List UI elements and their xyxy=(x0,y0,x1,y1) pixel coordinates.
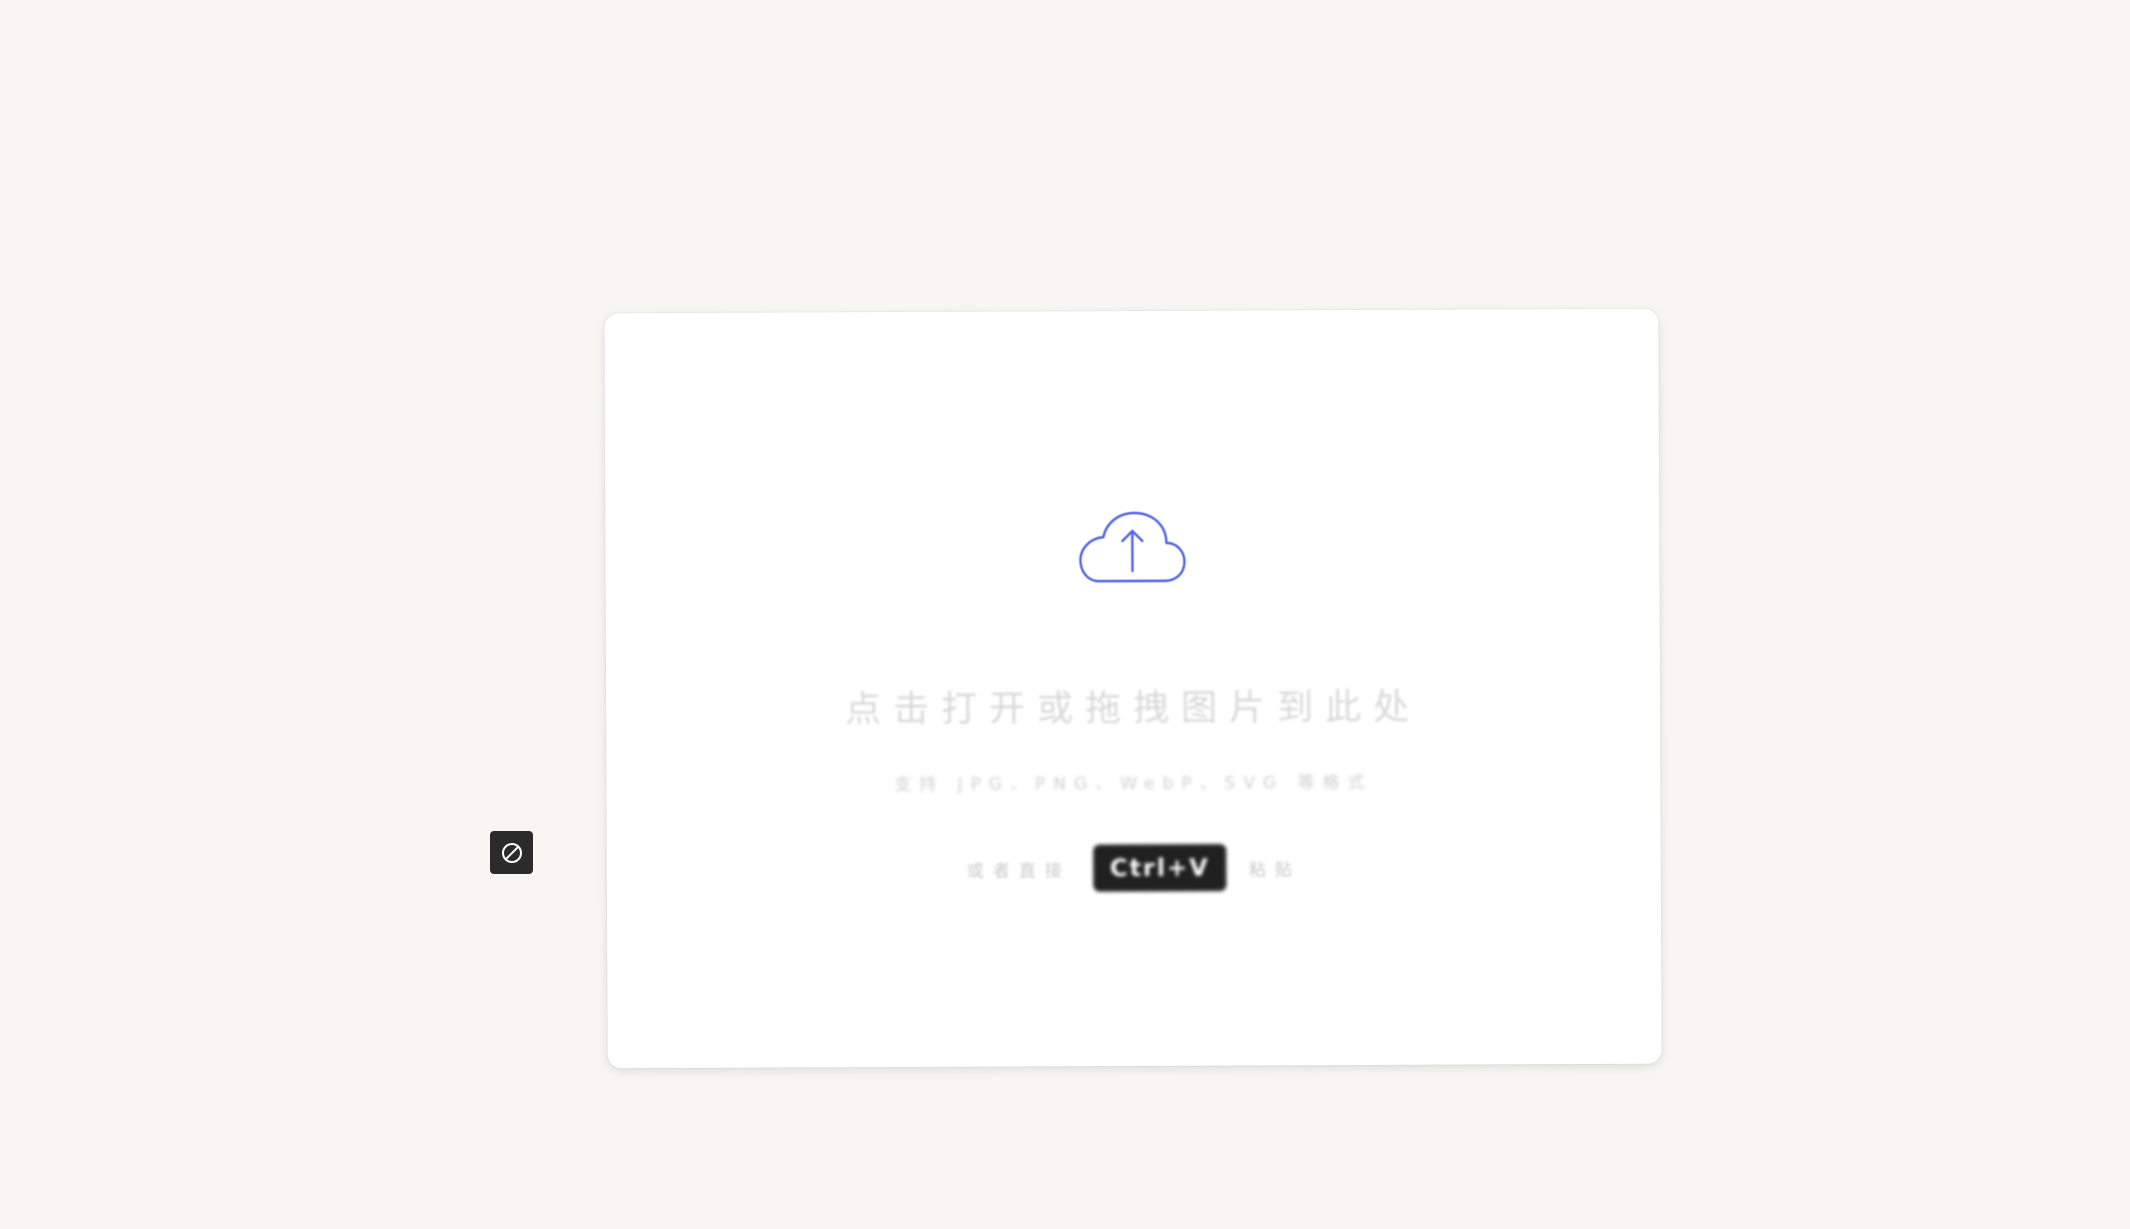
app-stage: 点击打开或拖拽图片到此处 支持 JPG、PNG、WebP、SVG 等格式 或者直… xyxy=(0,0,2130,1229)
paste-hint: 或者直接 Ctrl+V 粘贴 xyxy=(966,843,1301,893)
paste-suffix: 粘贴 xyxy=(1248,859,1301,880)
paste-shortcut-badge: Ctrl+V xyxy=(1092,843,1227,893)
supported-formats: 支持 JPG、PNG、WebP、SVG 等格式 xyxy=(894,772,1373,796)
image-dropzone[interactable]: 点击打开或拖拽图片到此处 支持 JPG、PNG、WebP、SVG 等格式 或者直… xyxy=(604,308,1662,1069)
block-icon xyxy=(501,842,522,863)
disable-toggle-button[interactable] xyxy=(490,831,533,874)
dropzone-title: 点击打开或拖拽图片到此处 xyxy=(844,686,1422,731)
paste-prefix: 或者直接 xyxy=(966,860,1071,882)
cloud-upload-icon xyxy=(1079,511,1186,583)
